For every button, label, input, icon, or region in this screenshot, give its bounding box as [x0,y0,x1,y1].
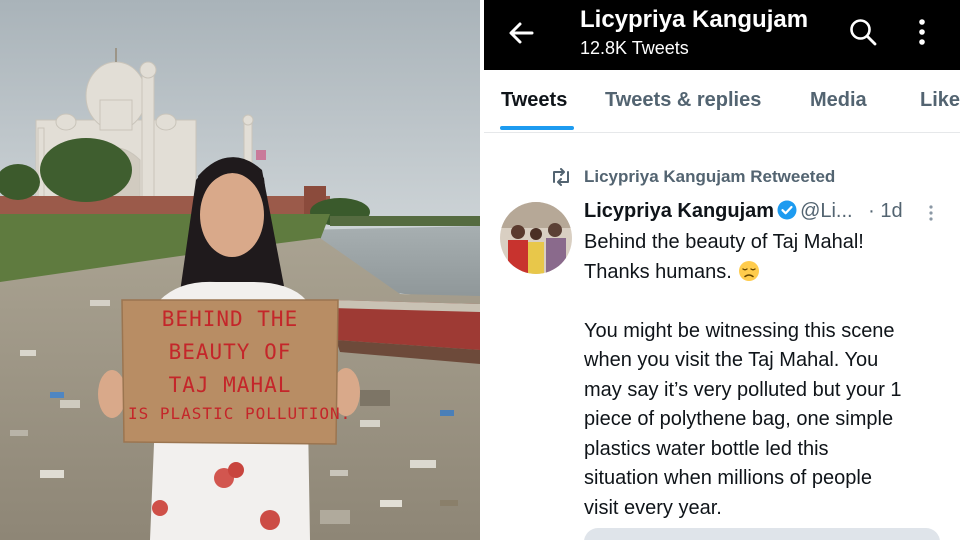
tweet-count: 12.8K Tweets [580,38,689,58]
tweet-line: when you visit the Taj Mahal. You [584,349,879,371]
tweet-line: piece of polythene bag, one simple [584,408,894,430]
active-tab-indicator [500,126,574,130]
profile-tabs: Tweets Tweets & replies Media Like [484,70,960,133]
profile-name: Licypriya Kangujam [580,6,809,33]
avatar-image [500,202,572,274]
tweet-line: may say it’s very polluted but your 1 [584,378,902,401]
tweet-line: visit every year. [584,496,722,519]
more-vertical-icon[interactable] [914,17,930,47]
back-arrow-icon[interactable] [506,18,536,48]
profile-header-bar: Licypriya Kangujam 12.8K Tweets [484,0,960,70]
avatar[interactable] [500,202,572,274]
disappointed-face-emoji-icon [738,260,759,281]
tweet-line: Behind the beauty of Taj Mahal! [584,231,864,253]
tweet-media-preview[interactable] [584,528,940,540]
sign-line: TAJ MAHAL [168,373,292,397]
twitter-profile-screenshot: Licypriya Kangujam 12.8K Tweets Tweets T… [484,0,960,540]
tweet-line: Thanks humans. [584,258,944,288]
verified-badge-icon [777,200,797,220]
tweet-text: Behind the beauty of Taj Mahal! Thanks h… [584,228,944,523]
tab-tweets[interactable]: Tweets [501,89,567,112]
tweet-author-line: Licypriya Kangujam @Li... · 1d [584,200,903,223]
tab-likes[interactable]: Like [920,89,960,112]
retweeted-label: Licypriya Kangujam Retweeted [584,167,836,186]
tweet-line: situation when millions of people [584,467,872,489]
retweet-icon [553,168,569,186]
sign-text: BEHIND THE BEAUTY OF TAJ MAHAL IS PLASTI… [124,303,352,426]
tab-tweets-replies[interactable]: Tweets & replies [605,89,761,112]
tree [40,138,132,202]
tab-media[interactable]: Media [810,89,867,112]
tweet-line: plastics water bottle led this [584,437,829,460]
photo-scene [0,0,480,540]
protest-photo: BEHIND THE BEAUTY OF TAJ MAHAL IS PLASTI… [0,0,480,540]
author-name[interactable]: Licypriya Kangujam [584,200,774,222]
tweet-time[interactable]: · 1d [868,200,902,222]
sign-line: BEAUTY OF [168,340,292,364]
sign-line: BEHIND THE [161,307,299,331]
red-wall [0,196,330,216]
search-icon[interactable] [848,17,878,47]
author-handle[interactable]: @Li... [800,200,853,222]
tweet-line-text: Thanks humans. [584,260,732,283]
tweet-line: You might be witnessing this scene [584,319,895,342]
sign-line: IS PLASTIC POLLUTION. [128,404,352,423]
tweet-menu-icon[interactable] [928,204,934,222]
